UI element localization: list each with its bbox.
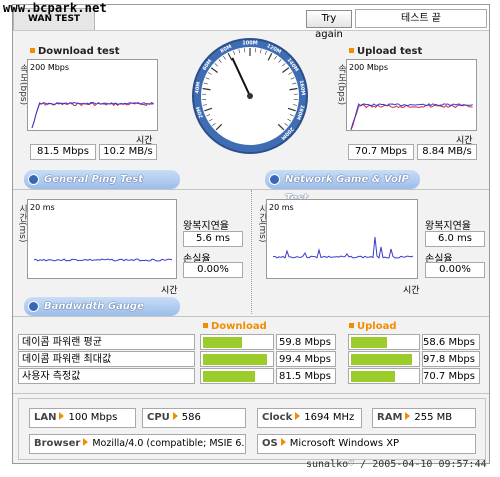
arrow-right-icon — [405, 412, 411, 420]
bandwidth-gauge-tab[interactable]: Bandwidth Gauge — [24, 297, 180, 316]
clock-info: Clock 1694 MHz — [257, 408, 362, 428]
arrow-right-icon — [295, 412, 301, 420]
throughput-trace — [31, 101, 154, 128]
arrow-right-icon — [172, 412, 178, 420]
download-test-title: Download test — [30, 46, 120, 57]
arrow-circle-icon — [28, 301, 39, 312]
download-bar — [200, 368, 274, 384]
upload-axis-max: 200 Mbps — [349, 63, 389, 72]
bar-fill — [351, 354, 412, 365]
game-latency-value: 6.0 ms — [425, 231, 485, 247]
bandwidth-row-label: 사용자 측정값 — [18, 368, 195, 384]
ping-axis-max: 20 ms — [30, 203, 55, 212]
throughput-trace — [350, 104, 473, 131]
try-again-button[interactable]: Try again — [306, 10, 352, 40]
arrow-right-icon — [280, 438, 286, 446]
download-column-header: Download — [203, 321, 267, 332]
section-divider — [13, 316, 489, 317]
signature-watermark: sunalko♡ / 2005-04-10 09:57:44 — [306, 459, 487, 470]
upload-speed-mbps: 70.7 Mbps — [348, 144, 414, 160]
arrow-right-icon — [59, 412, 65, 420]
upload-test-title: Upload test — [349, 46, 422, 57]
watermark: www.bcpark.net — [3, 1, 107, 15]
upload-value: 58.6 Mbps — [422, 334, 480, 350]
ping-x-label: 시간 — [161, 286, 178, 296]
cpu-info: CPU 586 — [142, 408, 246, 428]
throughput-trace — [350, 103, 473, 130]
bar-fill — [351, 371, 395, 382]
speed-gauge: 20M 40M 60M 80M 100M 120M 140M 160M 180M 200M — [190, 36, 310, 156]
test-status-field: 테스트 끝 — [355, 9, 487, 28]
upload-column-header: Upload — [349, 321, 396, 332]
upload-bar — [348, 334, 420, 350]
bullet-icon — [203, 323, 208, 328]
column-divider — [251, 190, 252, 314]
bar-fill — [203, 371, 255, 382]
download-speed-mbps: 81.5 Mbps — [30, 144, 96, 160]
section-divider — [13, 393, 489, 394]
lan-info: LAN 100 Mbps — [29, 408, 136, 428]
ram-info: RAM 255 MB — [372, 408, 476, 428]
download-speed-mbs: 10.2 MB/s — [99, 144, 157, 160]
arrow-circle-icon — [269, 174, 280, 185]
bar-fill — [351, 337, 387, 348]
download-bar — [200, 334, 274, 350]
bullet-icon — [349, 48, 354, 53]
game-latency-label: 왕복지연율 — [425, 221, 471, 232]
bar-fill — [203, 337, 242, 348]
game-loss-value: 0.00% — [425, 262, 485, 278]
download-bar — [200, 351, 274, 367]
upload-bar — [348, 351, 420, 367]
arrow-right-icon — [83, 438, 89, 446]
throughput-trace — [31, 102, 154, 129]
download-axis-max: 200 Mbps — [30, 63, 70, 72]
os-info: OS Microsoft Windows XP — [257, 434, 476, 454]
download-value: 99.4 Mbps — [276, 351, 336, 367]
upload-value: 97.8 Mbps — [422, 351, 480, 367]
bar-fill — [203, 354, 267, 365]
bandwidth-row-label: 데이콤 파워랜 평균 — [18, 334, 195, 350]
bullet-icon — [30, 48, 35, 53]
arrow-circle-icon — [28, 174, 39, 185]
upload-bar — [348, 368, 420, 384]
bandwidth-row-label: 데이콤 파워랜 최대값 — [18, 351, 195, 367]
browser-info: Browser Mozilla/4.0 (compatible; MSIE 6.0 — [29, 434, 246, 454]
bullet-icon — [349, 323, 354, 328]
gauge-tick-label: 100M — [242, 41, 257, 47]
ping-test-tab[interactable]: General Ping Test — [24, 170, 180, 189]
ping-latency-value: 5.6 ms — [183, 231, 243, 247]
download-value: 81.5 Mbps — [276, 368, 336, 384]
download-value: 59.8 Mbps — [276, 334, 336, 350]
upload-value: 70.7 Mbps — [422, 368, 480, 384]
speed-gauge-dial: 20M40M60M80M100M 120M140M160M180M200M — [192, 38, 308, 154]
game-voip-test-tab[interactable]: Network Game & VoIP Test — [265, 170, 420, 204]
game-axis-max: 20 ms — [269, 203, 294, 212]
upload-speed-mbs: 8.84 MB/s — [417, 144, 477, 160]
ping-loss-value: 0.00% — [183, 262, 243, 278]
game-x-label: 시간 — [403, 286, 420, 296]
ping-latency-label: 왕복지연율 — [183, 221, 229, 232]
